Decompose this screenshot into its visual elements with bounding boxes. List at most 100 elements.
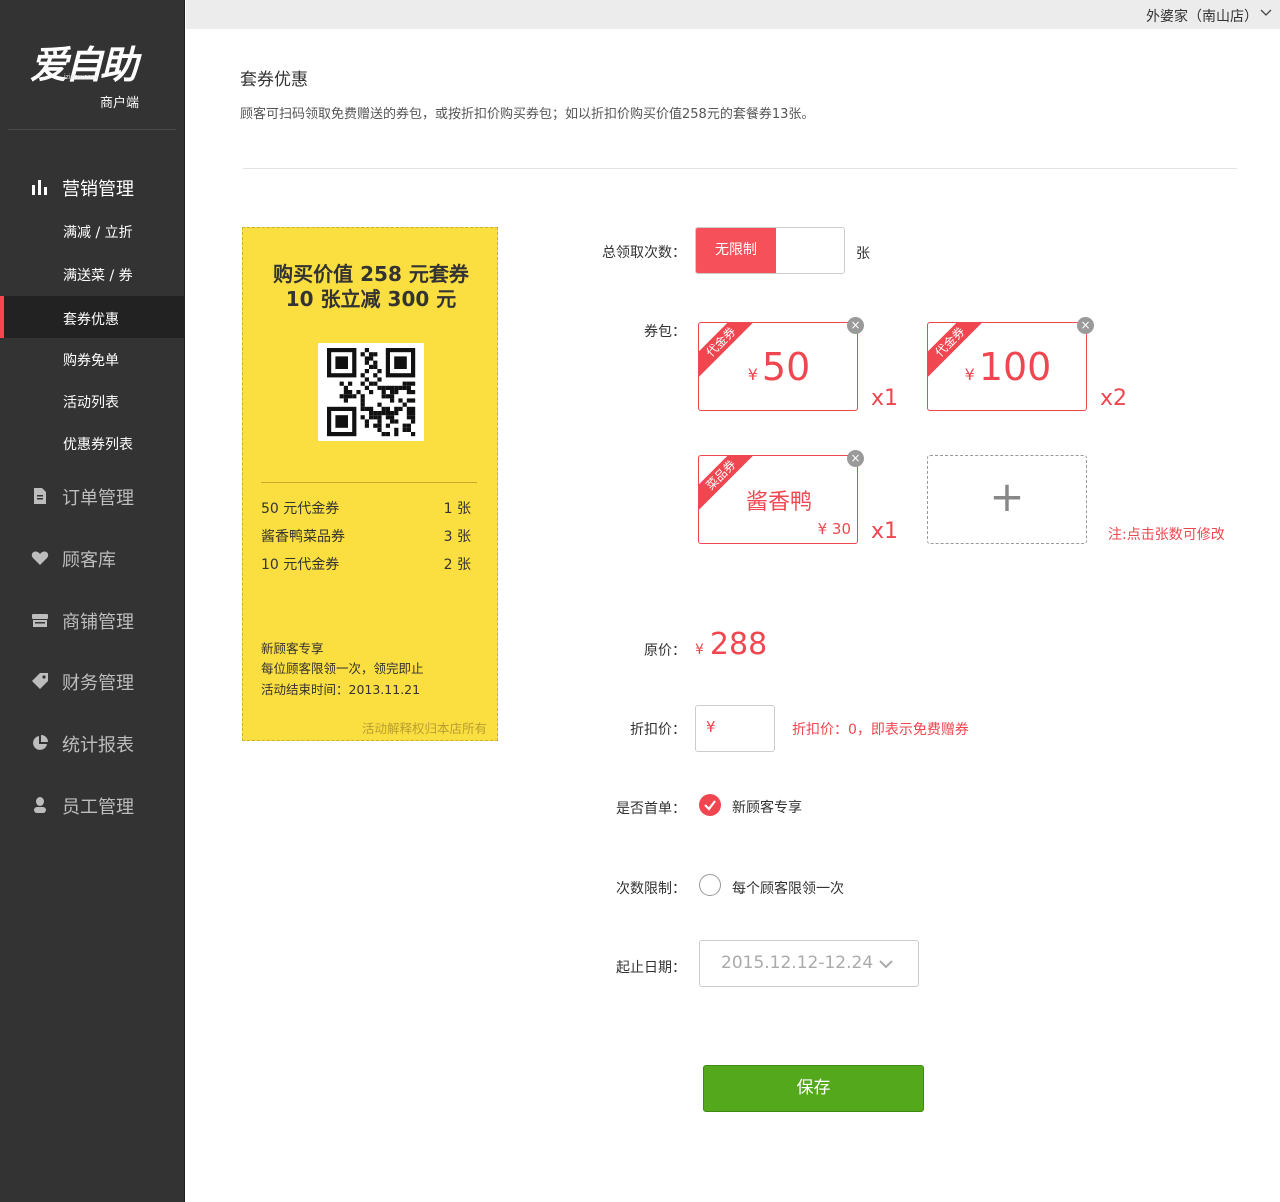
- nav-finance[interactable]: 财务管理: [0, 660, 185, 700]
- coupon-quantity[interactable]: x2: [1100, 386, 1127, 411]
- limit-radio[interactable]: [699, 874, 721, 896]
- logo-subtitle: izizhu.com: [64, 74, 98, 81]
- total-claims-control: 无限制: [695, 227, 845, 274]
- nav-sub-label: 优惠券列表: [63, 437, 133, 453]
- pie-chart-icon: [33, 735, 48, 750]
- nav-stores-label: 商铺管理: [62, 612, 134, 633]
- nav-sub-label: 满送菜 / 券: [63, 268, 133, 284]
- unlimited-toggle[interactable]: 无限制: [696, 228, 776, 273]
- ticket-note: 新顾客专享: [261, 641, 324, 656]
- discount-hint: 折扣价：0，即表示免费赠券: [792, 722, 969, 738]
- nav-sub-label: 套券优惠: [63, 312, 119, 328]
- close-icon[interactable]: ×: [1077, 317, 1094, 334]
- coupon-quantity[interactable]: x1: [871, 386, 898, 411]
- tag-icon: [32, 673, 48, 689]
- original-price-label: 原价：: [644, 643, 686, 659]
- date-range-select[interactable]: 2015.12.12-12.24: [699, 940, 919, 987]
- limit-option: 每个顾客限领一次: [732, 881, 844, 897]
- ticket-item-qty: 1 张: [443, 501, 471, 517]
- coupon-quantity[interactable]: x1: [871, 519, 898, 544]
- merchant-label: 商户端: [100, 96, 140, 111]
- nav-stores[interactable]: 商铺管理: [0, 599, 185, 639]
- total-claims-input[interactable]: [776, 228, 844, 273]
- coupon-dish-name: 酱香鸭: [745, 490, 812, 515]
- nav-orders-label: 订单管理: [62, 488, 134, 509]
- currency-symbol: ¥: [706, 718, 716, 736]
- date-range-value: 2015.12.12-12.24: [721, 953, 874, 973]
- ticket-note: 活动结束时间：2013.11.21: [261, 682, 421, 697]
- first-order-checkbox[interactable]: [699, 794, 721, 816]
- discount-input[interactable]: ¥: [695, 705, 775, 752]
- save-button[interactable]: 保存: [703, 1065, 924, 1112]
- nav-sub-discount[interactable]: 满减 / 立折: [0, 209, 185, 251]
- ticket-item-qty: 3 张: [443, 529, 471, 545]
- nav-staff[interactable]: 员工管理: [0, 784, 185, 824]
- package-hint: 注:点击张数可修改: [1108, 527, 1225, 543]
- original-price: ¥288: [695, 627, 767, 662]
- original-price-value: 288: [709, 627, 768, 662]
- ticket-title-line2: 10 张立减 300 元: [285, 287, 457, 311]
- first-order-option: 新顾客专享: [732, 800, 802, 816]
- coupon-card[interactable]: 菜品券 酱香鸭 ¥ 30: [698, 455, 858, 544]
- currency-symbol: ¥: [695, 642, 704, 658]
- nav-sub-coupon-list[interactable]: 优惠券列表: [0, 421, 185, 463]
- chevron-down-icon: [879, 960, 893, 969]
- nav-marketing[interactable]: 营销管理: [0, 166, 185, 206]
- ticket-item: 10 元代金券 2 张: [261, 554, 471, 574]
- nav-customers-label: 顾客库: [62, 550, 116, 571]
- ticket-item: 酱香鸭菜品券 3 张: [261, 526, 471, 546]
- plus-icon: +: [989, 472, 1025, 521]
- check-icon: [704, 800, 716, 811]
- nav-customers[interactable]: 顾客库: [0, 537, 185, 577]
- nav-reports[interactable]: 统计报表: [0, 722, 185, 762]
- header-divider: [243, 168, 1237, 169]
- nav-finance-label: 财务管理: [62, 673, 134, 694]
- qr-code-icon: [318, 343, 424, 441]
- limit-label: 次数限制：: [616, 881, 686, 897]
- nav-sub-free-order[interactable]: 购券免单: [0, 337, 185, 379]
- nav-sub-label: 满减 / 立折: [63, 225, 133, 241]
- unit-label: 张: [856, 246, 870, 262]
- chevron-down-icon[interactable]: [1260, 7, 1272, 19]
- bar-chart-icon: [32, 180, 47, 195]
- nav-sub-gift[interactable]: 满送菜 / 券: [0, 252, 185, 294]
- currency-symbol: ¥: [964, 365, 975, 384]
- date-label: 起止日期：: [616, 960, 686, 976]
- ticket-item-name: 50 元代金券: [261, 501, 340, 517]
- sidebar-divider: [8, 129, 176, 130]
- nav-reports-label: 统计报表: [62, 735, 134, 756]
- close-icon[interactable]: ×: [847, 317, 864, 334]
- nav-sub-package[interactable]: 套券优惠: [0, 296, 185, 338]
- ticket-divider: [261, 482, 477, 483]
- ticket-preview: 购买价值 258 元套券 10 张立减 300 元 50 元代金券 1 张 酱香…: [242, 227, 498, 741]
- sidebar: 爱自助 izizhu.com 商户端 营销管理 满减 / 立折 满送菜 / 券 …: [0, 0, 185, 1202]
- ticket-note: 每位顾客限领一次，领完即止: [261, 661, 424, 676]
- store-icon: [32, 614, 48, 627]
- nav-orders[interactable]: 订单管理: [0, 475, 185, 515]
- total-claims-label: 总领取次数：: [602, 245, 686, 261]
- coupon-amount: 100: [978, 345, 1052, 389]
- page-description: 顾客可扫码领取免费赠送的券包，或按折扣价购买券包；如以折扣价购买价值258元的套…: [240, 107, 815, 122]
- nav-sub-activity-list[interactable]: 活动列表: [0, 379, 185, 421]
- coupon-value: ¥50: [699, 345, 857, 389]
- add-coupon-button[interactable]: +: [927, 455, 1087, 544]
- ticket-item-name: 酱香鸭菜品券: [261, 529, 345, 545]
- heart-icon: [31, 551, 49, 565]
- discount-label: 折扣价：: [630, 722, 686, 738]
- page-title: 套券优惠: [240, 70, 308, 90]
- coupon-card[interactable]: 代金券 ¥100: [927, 322, 1087, 411]
- nav-staff-label: 员工管理: [62, 797, 134, 818]
- top-bar: 外婆家（南山店）: [186, 0, 1280, 29]
- ticket-item-qty: 2 张: [443, 557, 471, 573]
- store-selector[interactable]: 外婆家（南山店）: [1146, 6, 1258, 26]
- user-icon: [34, 797, 46, 813]
- coupon-dish-price: ¥ 30: [817, 520, 851, 538]
- ticket-item: 50 元代金券 1 张: [261, 498, 471, 518]
- ticket-rights: 活动解释权归本店所有: [361, 721, 487, 736]
- close-icon[interactable]: ×: [847, 450, 864, 467]
- first-order-label: 是否首单：: [616, 801, 686, 817]
- nav-marketing-label: 营销管理: [62, 179, 134, 200]
- coupon-card[interactable]: 代金券 ¥50: [698, 322, 858, 411]
- currency-symbol: ¥: [747, 365, 758, 384]
- ticket-item-name: 10 元代金券: [261, 557, 340, 573]
